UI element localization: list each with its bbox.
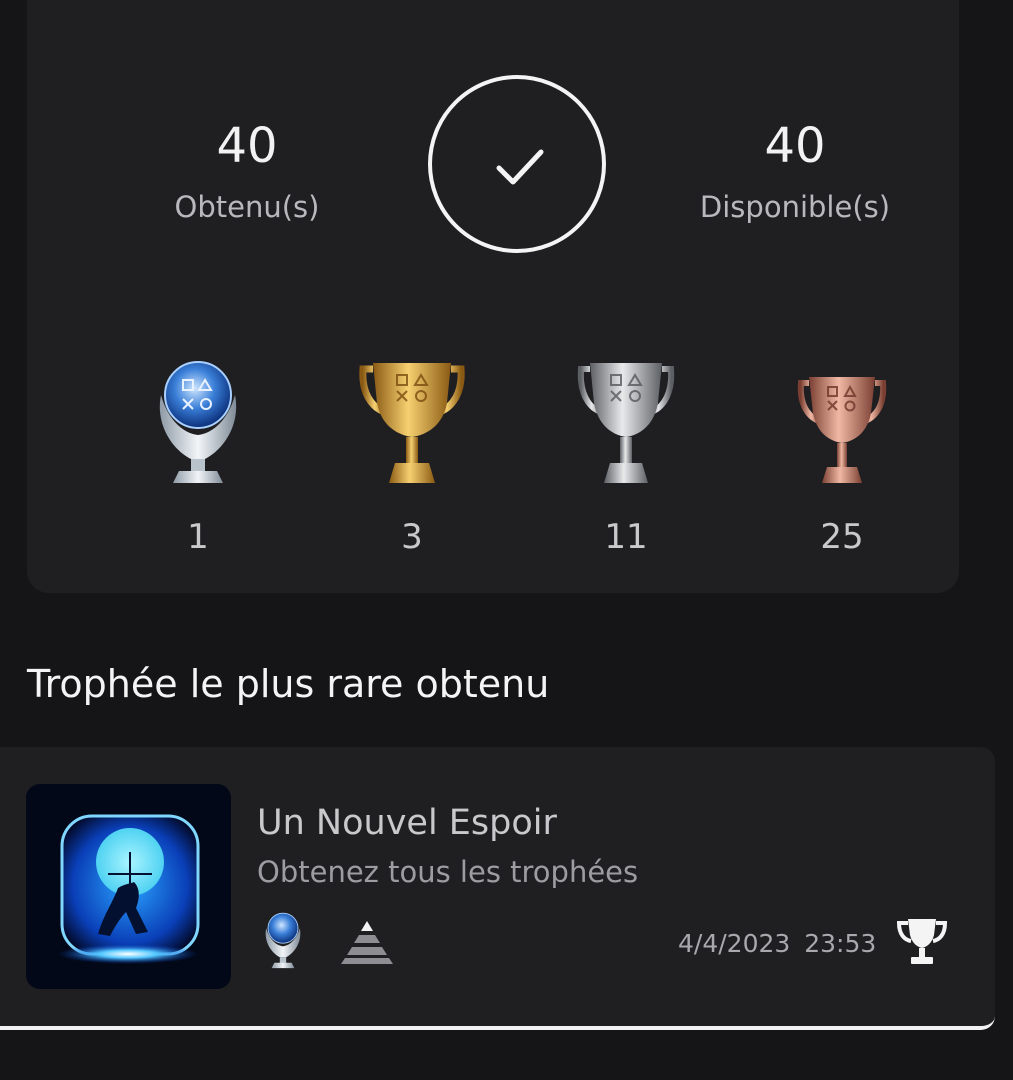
silver-trophy-stat[interactable]: 11: [551, 352, 701, 557]
platinum-trophy-icon: [159, 361, 237, 483]
silver-count: 11: [604, 517, 648, 557]
gold-trophy-stat[interactable]: 3: [337, 352, 487, 557]
earned-date: 4/4/2023 23:53: [678, 929, 877, 958]
bronze-trophy-icon: [797, 377, 887, 483]
earned-count: 40: [216, 118, 278, 174]
rarity-indicator: [340, 919, 394, 969]
gold-count: 3: [401, 517, 423, 557]
bronze-trophy-stat[interactable]: 25: [767, 352, 917, 557]
trophy-button[interactable]: [896, 915, 948, 971]
rarest-trophy-card[interactable]: Un Nouvel Espoir Obtenez tous les trophé…: [0, 747, 995, 1030]
silver-trophy-icon: [577, 363, 675, 483]
earned-label: Obtenu(s): [174, 190, 320, 224]
platinum-trophy-icon: [265, 912, 301, 969]
trophy-summary-card: 40 Obtenu(s) 40 Disponible(s) 1 3 11 25: [27, 0, 959, 593]
earned-stat: 40 Obtenu(s): [127, 122, 367, 224]
rarity-pyramid-icon: [341, 921, 393, 964]
platinum-trophy-stat[interactable]: 1: [123, 352, 273, 557]
available-label: Disponible(s): [699, 190, 891, 224]
available-count: 40: [764, 118, 826, 174]
bronze-count: 25: [820, 517, 864, 557]
gold-trophy-icon: [359, 363, 465, 483]
rarest-trophy-description: Obtenez tous les trophées: [257, 855, 639, 889]
available-stat: 40 Disponible(s): [655, 122, 935, 224]
checkmark-icon: [496, 149, 544, 185]
completion-badge: [428, 75, 606, 253]
trophy-artwork: [26, 784, 231, 989]
rarest-trophy-name: Un Nouvel Espoir: [257, 803, 557, 843]
rarest-trophy-section-title: Trophée le plus rare obtenu: [27, 662, 550, 706]
rarest-trophy-grade: [262, 910, 304, 974]
trophy-icon: [896, 919, 948, 964]
platinum-count: 1: [187, 517, 209, 557]
